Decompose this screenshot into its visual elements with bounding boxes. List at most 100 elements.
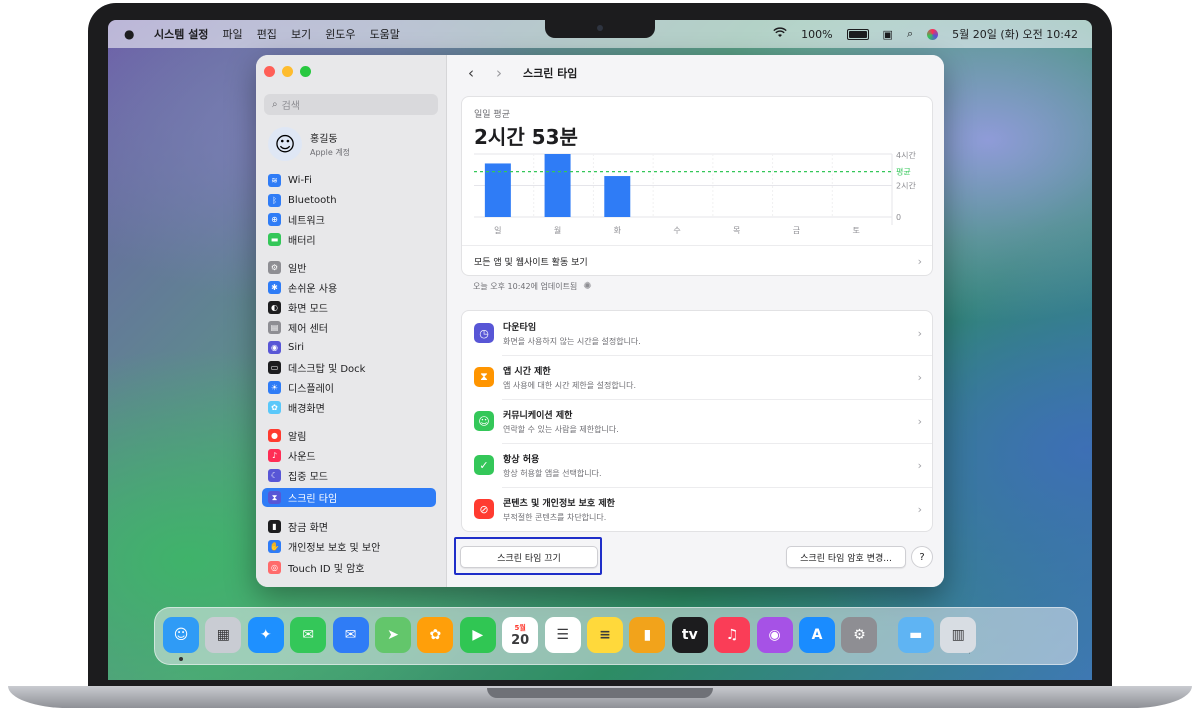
mail-icon[interactable]: ✉ bbox=[332, 617, 369, 653]
tv-icon[interactable]: tv bbox=[671, 617, 708, 653]
x-tick-label: 목 bbox=[733, 226, 740, 235]
system-settings-icon[interactable]: ⚙ bbox=[841, 617, 878, 653]
siri-icon[interactable] bbox=[927, 28, 939, 40]
downtime-icon: ◷ bbox=[474, 323, 494, 343]
sidebar-item-0[interactable]: ≋ Wi-Fi bbox=[262, 171, 436, 190]
bar-월[interactable] bbox=[544, 154, 571, 217]
sidebar-item-label: 집중 모드 bbox=[288, 472, 328, 483]
notes-icon[interactable]: ≡ bbox=[587, 617, 623, 653]
minimize-window-button[interactable] bbox=[282, 66, 293, 77]
safari-icon[interactable]: ✦ bbox=[247, 617, 284, 653]
settings-row-1[interactable]: ⧗ 앱 시간 제한 앱 사용에 대한 시간 제한을 설정합니다. › bbox=[462, 355, 932, 399]
forward-button[interactable]: › bbox=[489, 64, 509, 82]
sidebar-item-label: 개인정보 보호 및 보안 bbox=[288, 543, 381, 554]
trash-icon[interactable]: ▥ bbox=[940, 617, 977, 653]
sidebar-item-13[interactable]: ♪ 사운드 bbox=[262, 446, 436, 465]
checkmark-shield-icon: ✓ bbox=[474, 455, 494, 475]
sidebar-item-3[interactable]: ▬ 배터리 bbox=[262, 230, 436, 249]
sidebar-item-4[interactable]: ⚙ 일반 bbox=[262, 258, 436, 277]
control-center-icon[interactable]: ▣ bbox=[883, 28, 893, 41]
all-activity-link[interactable]: 모든 앱 및 웹사이트 활동 보기 › bbox=[462, 245, 932, 276]
settings-row-3[interactable]: ✓ 항상 허용 항상 허용할 앱을 선택합니다. › bbox=[462, 443, 932, 487]
sidebar-item-18[interactable]: ◎ Touch ID 및 암호 bbox=[262, 558, 436, 577]
close-window-button[interactable] bbox=[264, 66, 275, 77]
sidebar-item-2[interactable]: ⊕ 네트워크 bbox=[262, 210, 436, 229]
search-field[interactable]: ⌕ 검색 bbox=[264, 94, 438, 115]
settings-row-2[interactable]: ☺ 커뮤니케이션 제한 연락할 수 있는 사람을 제한합니다. › bbox=[462, 399, 932, 443]
calendar-icon[interactable]: 5월 20 bbox=[502, 617, 539, 653]
sidebar-item-6[interactable]: ◐ 화면 모드 bbox=[262, 298, 436, 317]
contacts-icon: ☺ bbox=[474, 411, 494, 431]
toolbar: ‹ › 스크린 타임 bbox=[447, 55, 944, 91]
sidebar-item-7[interactable]: ▤ 제어 센터 bbox=[262, 318, 436, 337]
row-subtitle: 부적절한 콘텐츠를 차단합니다. bbox=[503, 512, 607, 522]
music-icon[interactable]: ♫ bbox=[714, 617, 751, 653]
daily-average-value: 2시간 53분 bbox=[474, 125, 578, 149]
settings-row-4[interactable]: ⊘ 콘텐츠 및 개인정보 보호 제한 부적절한 콘텐츠를 차단합니다. › bbox=[462, 487, 932, 531]
spotlight-icon[interactable]: ⌕ bbox=[907, 27, 913, 41]
clock[interactable]: 5월 20일 (화) 오전 10:42 bbox=[952, 26, 1078, 42]
all-activity-label: 모든 앱 및 웹사이트 활동 보기 bbox=[474, 257, 588, 268]
help-button[interactable]: ? bbox=[911, 546, 933, 568]
camera-icon bbox=[597, 25, 603, 31]
sidebar-item-label: 잠금 화면 bbox=[288, 523, 328, 534]
apple-menu-icon[interactable]: ● bbox=[124, 27, 138, 41]
usage-summary-card: 일일 평균 2시간 53분 4시간 2시간 0 일 월 화 수 목 금 토 평균 모든 앱 및 웹사… bbox=[461, 96, 933, 276]
menu-window[interactable]: 윈도우 bbox=[325, 26, 355, 42]
turn-off-screen-time-button[interactable]: 스크린 타임 끄기 bbox=[460, 546, 598, 568]
sidebar-item-label: 알림 bbox=[288, 432, 307, 443]
bell-icon: ● bbox=[268, 429, 281, 442]
facetime-icon[interactable]: ▶ bbox=[459, 617, 496, 653]
updated-status: 오늘 오후 10:42에 업데이트됨 ✺ bbox=[473, 281, 592, 292]
downloads-folder-icon[interactable]: ▬ bbox=[897, 617, 934, 653]
sidebar-item-14[interactable]: ☾ 집중 모드 bbox=[262, 466, 436, 485]
display-icon: ☀ bbox=[268, 381, 281, 394]
keynote-icon[interactable]: ▮ bbox=[629, 617, 666, 653]
maps-icon[interactable]: ➤ bbox=[375, 617, 411, 653]
sidebar-item-5[interactable]: ✱ 손쉬운 사용 bbox=[262, 278, 436, 297]
bar-화[interactable] bbox=[604, 176, 631, 217]
calendar-month: 5월 bbox=[514, 623, 526, 632]
sidebar-item-11[interactable]: ✿ 배경화면 bbox=[262, 398, 436, 417]
zoom-window-button[interactable] bbox=[300, 66, 311, 77]
y-tick-label: 2시간 bbox=[896, 181, 916, 191]
moon-icon: ☾ bbox=[268, 469, 281, 482]
sidebar-item-9[interactable]: ▭ 데스크탑 및 Dock bbox=[262, 358, 436, 377]
change-passcode-button[interactable]: 스크린 타임 암호 변경... bbox=[786, 546, 906, 568]
photos-icon[interactable]: ✿ bbox=[417, 617, 454, 653]
sidebar-item-16[interactable]: ▮ 잠금 화면 bbox=[262, 517, 436, 536]
x-tick-label: 토 bbox=[852, 226, 859, 235]
messages-icon[interactable]: ✉ bbox=[290, 617, 327, 653]
sidebar-item-10[interactable]: ☀ 디스플레이 bbox=[262, 378, 436, 397]
sidebar-item-label: Bluetooth bbox=[288, 195, 337, 206]
battery-icon[interactable] bbox=[846, 28, 869, 40]
sidebar-item-label: 디스플레이 bbox=[288, 384, 334, 395]
sidebar-item-1[interactable]: ᛒ Bluetooth bbox=[262, 191, 436, 210]
finder-icon[interactable]: ☺ bbox=[163, 617, 199, 653]
menu-help[interactable]: 도움말 bbox=[370, 26, 400, 42]
settings-row-0[interactable]: ◷ 다운타임 화면을 사용하지 않는 시간을 설정합니다. › bbox=[462, 311, 932, 355]
running-indicator bbox=[179, 657, 183, 661]
menu-edit[interactable]: 편집 bbox=[257, 26, 277, 42]
hourglass-icon: ⧗ bbox=[268, 491, 281, 504]
wifi-icon: ≋ bbox=[268, 174, 281, 187]
menu-view[interactable]: 보기 bbox=[291, 26, 311, 42]
menu-app-name[interactable]: 시스템 설정 bbox=[154, 26, 208, 42]
menu-file[interactable]: 파일 bbox=[222, 26, 242, 42]
wifi-status-icon[interactable] bbox=[773, 27, 787, 41]
main-pane: ‹ › 스크린 타임 일일 평균 2시간 53분 4시간 2시간 0 일 월 화 수 목 금 토 평… bbox=[447, 55, 944, 587]
podcasts-icon[interactable]: ◉ bbox=[756, 617, 793, 653]
sidebar-item-label: 배터리 bbox=[288, 236, 316, 247]
reminders-icon[interactable]: ☰ bbox=[544, 617, 581, 653]
account-row[interactable]: ☺ 홍길동 Apple 계정 bbox=[268, 127, 350, 161]
sidebar-item-17[interactable]: ✋ 개인정보 보호 및 보안 bbox=[262, 537, 436, 556]
sidebar-item-12[interactable]: ● 알림 bbox=[262, 426, 436, 445]
sidebar-item-8[interactable]: ◉ Siri bbox=[262, 338, 436, 357]
row-subtitle: 앱 사용에 대한 시간 제한을 설정합니다. bbox=[503, 380, 637, 390]
back-button[interactable]: ‹ bbox=[461, 64, 481, 82]
camera-notch bbox=[545, 20, 655, 38]
calendar-day: 20 bbox=[511, 632, 530, 648]
app-store-icon[interactable]: A bbox=[799, 617, 835, 653]
sidebar-item-15[interactable]: ⧗ 스크린 타임 bbox=[262, 488, 436, 507]
launchpad-icon[interactable]: ▦ bbox=[205, 617, 242, 653]
